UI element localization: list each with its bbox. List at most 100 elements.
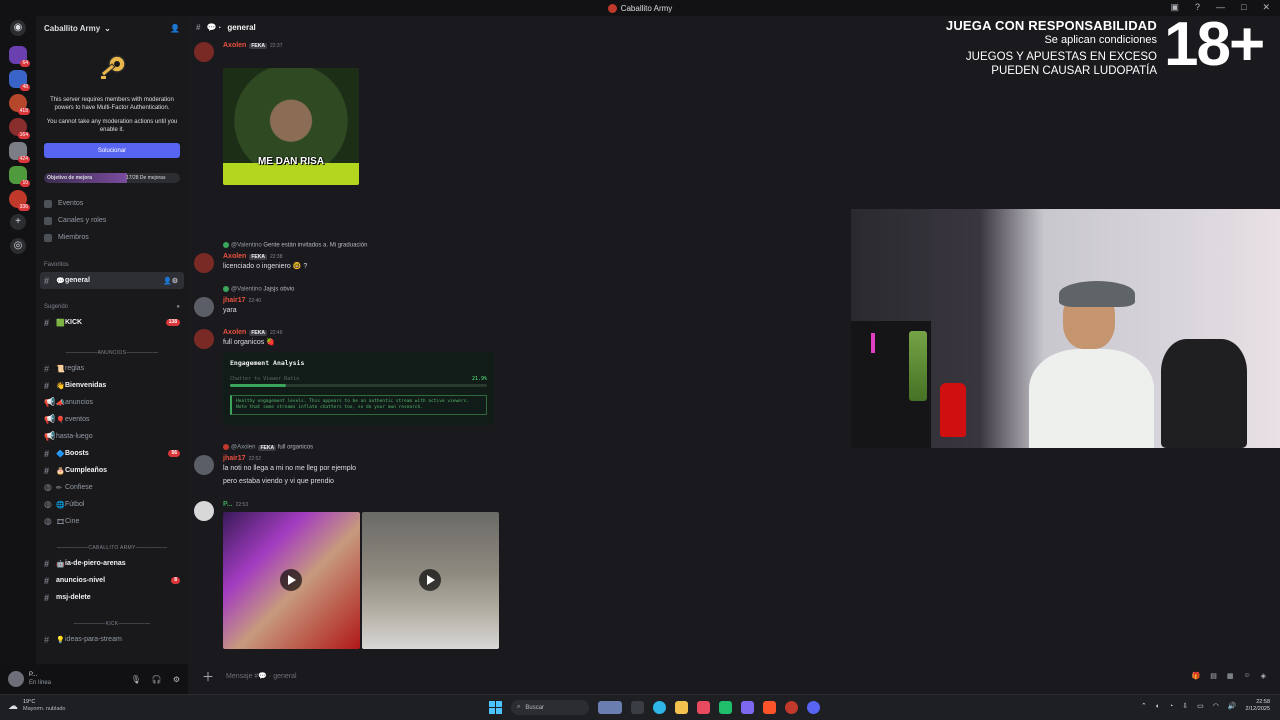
embed-value: 21.9%: [471, 376, 487, 382]
add-attachment-icon[interactable]: ＋: [202, 668, 214, 685]
category-anuncios[interactable]: —————— ANUNCIOS ——————: [36, 345, 188, 360]
server-icon[interactable]: 10: [9, 166, 30, 187]
channel-msj-delete[interactable]: # msj-delete: [36, 589, 188, 606]
usb-icon[interactable]: ⇩: [1182, 702, 1188, 710]
channel-confiese[interactable]: ◍ ✏ Confiese: [36, 479, 188, 496]
app-icon[interactable]: [741, 701, 754, 714]
username[interactable]: jhair17: [223, 455, 246, 462]
username[interactable]: P...: [223, 501, 233, 508]
gift-icon[interactable]: 🎁: [1191, 672, 1200, 680]
add-server-icon[interactable]: +: [10, 214, 26, 230]
category-kick[interactable]: —————— KICK ——————: [36, 616, 188, 631]
channel-futbol[interactable]: ◍ 🌐 Fútbol: [36, 496, 188, 513]
monitor-icon[interactable]: ▭: [1197, 702, 1204, 710]
sticker-icon[interactable]: ▦: [1227, 672, 1234, 680]
nav-members[interactable]: Miembros: [36, 229, 188, 246]
channel-ia-de-piero-arenas[interactable]: # 🤖 ia-de-piero-arenas: [36, 555, 188, 572]
section-suggested[interactable]: Sugerido ●: [36, 300, 188, 314]
channel-kick[interactable]: # 🟩 KICK 138: [36, 314, 188, 331]
avatar[interactable]: [194, 297, 214, 317]
boost-goal-bar[interactable]: Objetivo de mejora 17/28 De mejoras: [44, 173, 180, 183]
channel-bienvenidas[interactable]: # 👋 Bienvenidas: [36, 377, 188, 394]
role-tag: FEKA: [249, 43, 267, 49]
channel-anuncios-nivel[interactable]: # anuncios-nivel 8: [36, 572, 188, 589]
megaphone-icon: 📢: [44, 431, 56, 441]
gif-icon[interactable]: ▤: [1210, 672, 1217, 680]
edge-icon[interactable]: [653, 701, 666, 714]
section-favorites[interactable]: Favoritos: [36, 258, 188, 272]
nav-events[interactable]: Eventos: [36, 195, 188, 212]
server-icon[interactable]: 164: [9, 118, 30, 139]
channel-general[interactable]: # 💬 general 👤⚙: [40, 272, 184, 289]
server-icon[interactable]: 64: [9, 46, 30, 67]
channel-label: msj-delete: [56, 594, 91, 601]
nav-channels-roles[interactable]: Canales y roles: [36, 212, 188, 229]
add-member-icon[interactable]: 👤: [170, 24, 180, 33]
app-icon[interactable]: [785, 701, 798, 714]
close-icon[interactable]: ●: [176, 304, 180, 310]
username[interactable]: jhair17: [223, 297, 246, 304]
play-icon[interactable]: [280, 569, 302, 591]
server-icon[interactable]: 424: [9, 142, 30, 163]
discord-home-icon[interactable]: ◉: [10, 20, 26, 36]
avatar[interactable]: [194, 501, 214, 521]
widget-app-icon[interactable]: [598, 701, 622, 714]
avatar[interactable]: [194, 329, 214, 349]
wifi-icon[interactable]: ◠: [1213, 702, 1219, 710]
volume-icon[interactable]: 🔊: [1228, 702, 1237, 710]
close-button[interactable]: ✕: [1262, 2, 1270, 13]
play-icon[interactable]: [419, 569, 441, 591]
windows-start-icon[interactable]: [489, 701, 502, 714]
task-view-icon[interactable]: [631, 701, 644, 714]
headphones-icon[interactable]: 🎧: [152, 675, 162, 684]
category-caballito-army[interactable]: —————— CABALLITO ARMY ——————: [36, 540, 188, 555]
channel-reglas[interactable]: # 📜 reglas: [36, 360, 188, 377]
channel-hasta-luego[interactable]: 📢 hasta-luego: [36, 428, 188, 445]
microphone-icon[interactable]: 🎙: [131, 675, 141, 684]
weather-widget[interactable]: ☁ 19°C Mayorm. nublado: [8, 699, 66, 713]
taskbar-search[interactable]: ⌕ Buscar: [511, 700, 589, 715]
video-attachment[interactable]: [223, 512, 360, 649]
server-icon[interactable]: 336: [9, 190, 30, 211]
channel-cine[interactable]: ◍ 🎞 Cine: [36, 513, 188, 530]
reply-avatar: [223, 444, 229, 450]
clock[interactable]: 22:58 2/12/2025: [1246, 699, 1270, 713]
apps-icon[interactable]: ◈: [1261, 672, 1266, 680]
server-icon[interactable]: 48: [9, 70, 30, 91]
server-header[interactable]: Caballito Army ⌄ 👤: [36, 16, 188, 40]
server-icon[interactable]: 418: [9, 94, 30, 115]
avatar[interactable]: [194, 455, 214, 475]
gear-icon[interactable]: ⚙: [173, 675, 180, 684]
username[interactable]: Axolen: [223, 329, 246, 336]
network-icon[interactable]: ◔: [1169, 703, 1173, 710]
channel-label: anuncios: [65, 399, 94, 406]
tray-app-icon[interactable]: ◐: [1156, 703, 1160, 710]
reply-preview[interactable]: @Valentino Gente están invitados a. Mi g…: [223, 242, 367, 249]
emoji-icon[interactable]: ☺: [1243, 672, 1250, 680]
avatar[interactable]: [194, 42, 214, 62]
brave-icon[interactable]: [763, 701, 776, 714]
channel-cumpleanos[interactable]: # 🎂 Cumpleaños: [36, 462, 188, 479]
avatar[interactable]: [8, 671, 24, 687]
meme-image[interactable]: ME DAN RISA: [223, 68, 359, 185]
app-icon[interactable]: [719, 701, 732, 714]
username[interactable]: Axolen: [223, 253, 246, 260]
discord-icon[interactable]: [807, 701, 820, 714]
channel-eventos[interactable]: 📢 🎈 eventos: [36, 411, 188, 428]
chevron-up-icon[interactable]: ⌃: [1141, 702, 1147, 710]
discover-icon[interactable]: ◎: [10, 238, 26, 254]
channel-label: Cine: [65, 518, 80, 525]
settings-icon[interactable]: 👤⚙: [163, 277, 178, 285]
app-icon[interactable]: [697, 701, 710, 714]
channel-boosts[interactable]: # 🔷 Boosts 56: [36, 445, 188, 462]
channel-anuncios[interactable]: 📢 📣 anuncios: [36, 394, 188, 411]
file-explorer-icon[interactable]: [675, 701, 688, 714]
username[interactable]: Axolen: [223, 42, 246, 49]
channel-ideas-para-stream[interactable]: # 💡 ideas-para-stream: [36, 631, 188, 648]
message-composer[interactable]: ＋ Mensaje #💬 · general 🎁 ▤ ▦ ☺ ◈: [196, 664, 1272, 688]
video-attachment[interactable]: [362, 512, 499, 649]
avatar[interactable]: [194, 253, 214, 273]
fix-mfa-button[interactable]: Solucionar: [44, 143, 180, 158]
reply-preview[interactable]: @Axolen FEKA full organicos: [223, 444, 313, 451]
reply-preview[interactable]: @Valentino Jajsjs obvio: [223, 286, 294, 293]
